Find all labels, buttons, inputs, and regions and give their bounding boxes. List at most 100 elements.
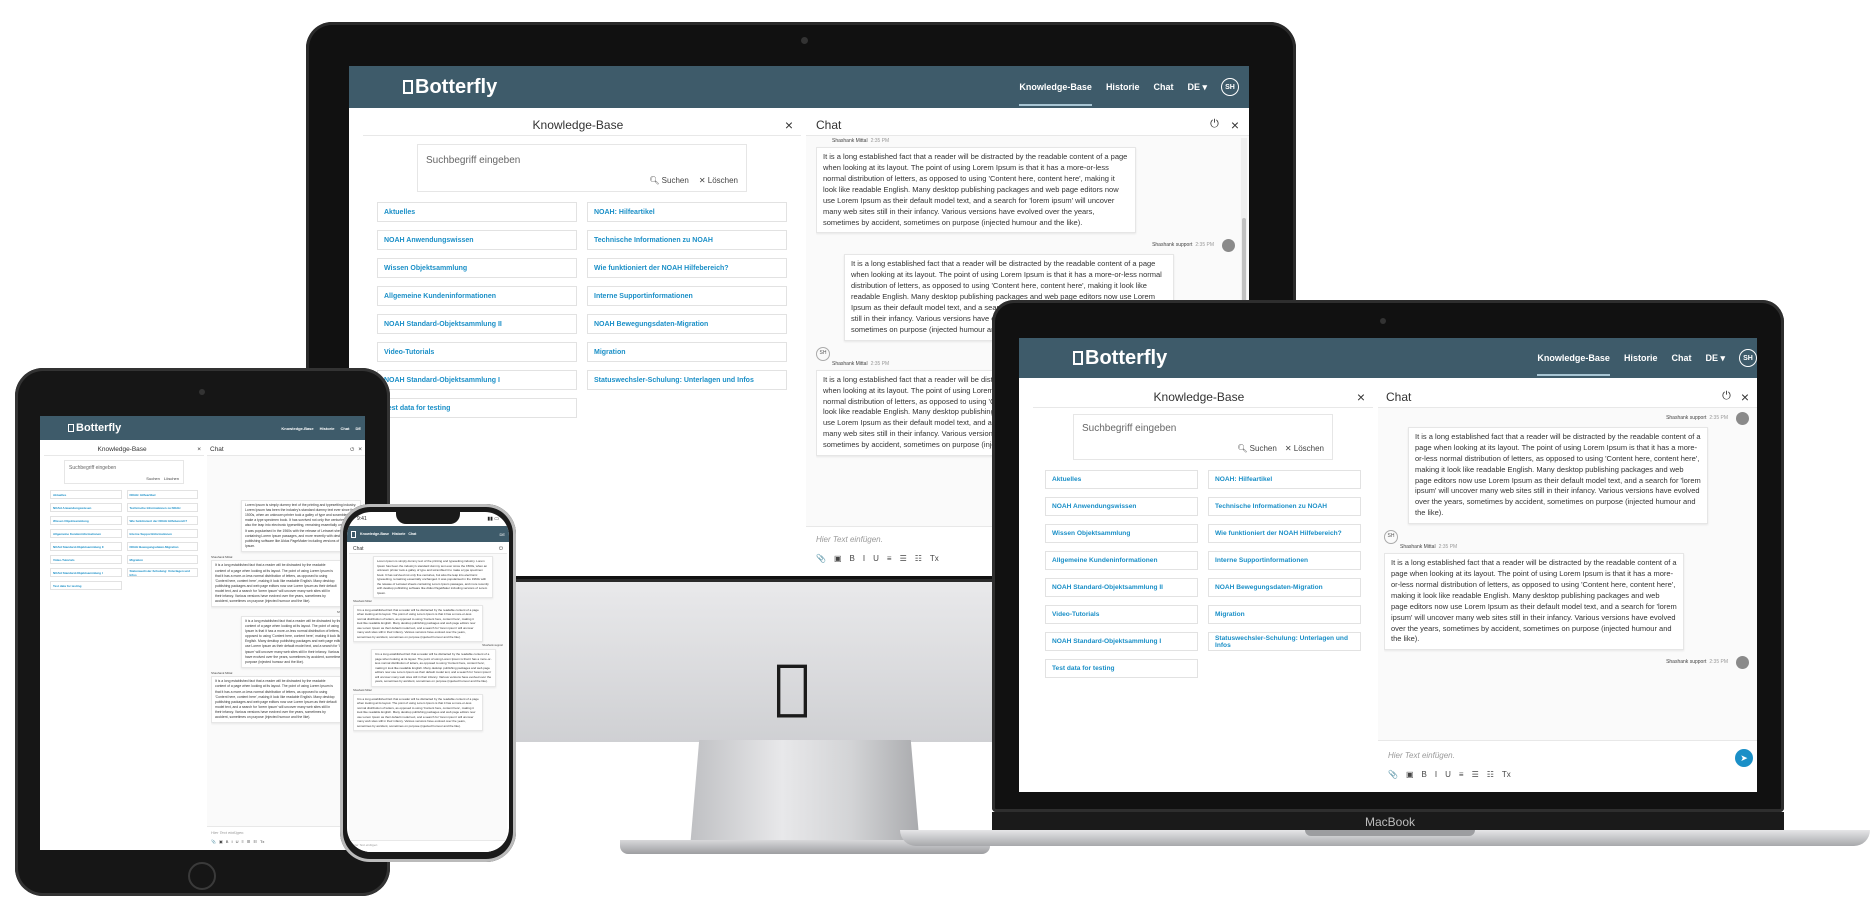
format-button[interactable]: ☰ (1472, 770, 1479, 779)
format-button[interactable]: ▣ (219, 839, 223, 844)
kb-category-link[interactable]: Migration (1208, 605, 1361, 624)
language-select[interactable]: DE ▾ (1705, 353, 1725, 364)
kb-category-link[interactable]: Aktuelles (50, 490, 122, 499)
power-icon[interactable]: ⏻ (350, 447, 354, 453)
kb-category-link[interactable]: Wie funktioniert der NOAH Hilfebereich? (587, 258, 787, 278)
search-button[interactable]: 🔍︎ Suchen (649, 176, 689, 185)
app-logo[interactable]: Botterfly (1073, 347, 1167, 370)
format-button[interactable]: B (226, 839, 229, 844)
kb-category-link[interactable]: Statuswechsler-Schulung: Unterlagen und … (126, 568, 198, 577)
format-button[interactable]: U (1445, 770, 1451, 779)
kb-category-link[interactable]: Allgemeine Kundeninformationen (377, 286, 577, 306)
app-logo[interactable]: Botterfly (403, 76, 497, 99)
format-button[interactable]: B (850, 554, 855, 563)
format-button[interactable]: ≡ (241, 839, 243, 844)
nav-knowledge-base[interactable]: Knowledge-Base (1019, 68, 1092, 106)
kb-category-link[interactable]: NOAH Standard-Objektsammlung I (1045, 632, 1198, 651)
kb-category-link[interactable]: Allgemeine Kundeninformationen (50, 529, 122, 538)
kb-category-link[interactable]: Interne Supportinformationen (1208, 551, 1361, 570)
message-input[interactable]: Hier Text einfügen. (353, 843, 503, 847)
user-avatar[interactable]: SH (1221, 78, 1239, 96)
kb-category-link[interactable]: Video-Tutorials (377, 342, 577, 362)
close-icon[interactable]: × (785, 117, 793, 133)
clear-button[interactable]: ✕ Löschen (1285, 444, 1324, 453)
app-logo[interactable]: Botterfly (68, 422, 121, 434)
kb-category-link[interactable]: Video-Tutorials (1045, 605, 1198, 624)
format-button[interactable]: ☷ (253, 839, 257, 844)
close-icon[interactable]: × (358, 446, 362, 453)
kb-category-link[interactable]: NOAH Standard-Objektsammlung I (50, 568, 122, 577)
kb-category-link[interactable]: Aktuelles (1045, 470, 1198, 489)
kb-category-link[interactable]: NOAH Anwendungswissen (377, 230, 577, 250)
kb-search-input[interactable]: Suchbegriff eingeben Suchen Löschen (64, 460, 184, 484)
nav-knowledge-base[interactable]: Knowledge-Base (1537, 340, 1610, 376)
kb-category-link[interactable]: NOAH Bewegungsdaten-Migration (587, 314, 787, 334)
power-icon[interactable]: ⏻ (1722, 390, 1731, 403)
format-button[interactable]: U (236, 839, 239, 844)
search-button[interactable]: 🔍︎ Suchen (1237, 444, 1277, 453)
kb-category-link[interactable]: NOAH Bewegungsdaten-Migration (126, 542, 198, 551)
message-input[interactable]: Hier Text einfügen. (211, 830, 361, 835)
nav-history[interactable]: Historie (320, 426, 335, 431)
format-button[interactable]: I (863, 554, 865, 563)
format-button[interactable]: Tx (930, 554, 939, 563)
clear-button[interactable]: ✕ Löschen (699, 176, 738, 185)
kb-category-link[interactable]: Test data for testing (377, 398, 577, 418)
format-button[interactable]: 📎 (211, 839, 216, 844)
clear-button[interactable]: Löschen (164, 476, 179, 481)
kb-category-link[interactable]: Statuswechsler-Schulung: Unterlagen und … (587, 370, 787, 390)
kb-category-link[interactable]: NOAH: Hilfeartikel (126, 490, 198, 499)
kb-category-link[interactable]: NOAH: Hilfeartikel (587, 202, 787, 222)
kb-search-input[interactable]: Suchbegriff eingeben 🔍︎ Suchen ✕ Löschen (1073, 414, 1333, 460)
close-icon[interactable]: × (197, 446, 201, 453)
format-button[interactable]: Tx (260, 839, 264, 844)
format-button[interactable]: ☷ (915, 554, 922, 563)
format-button[interactable]: 📎 (816, 554, 826, 563)
format-button[interactable]: ☰ (247, 839, 251, 844)
send-icon[interactable]: ➤ (1735, 749, 1753, 767)
close-icon[interactable]: × (1357, 389, 1365, 405)
format-button[interactable]: ≡ (1459, 770, 1464, 779)
close-icon[interactable]: × (1231, 117, 1239, 133)
nav-chat[interactable]: Chat (1671, 353, 1691, 363)
kb-category-link[interactable]: Video-Tutorials (50, 555, 122, 564)
kb-category-link[interactable]: NOAH Standard-Objektsammlung II (50, 542, 122, 551)
power-icon[interactable]: ⏻ (1210, 118, 1219, 131)
kb-category-link[interactable]: Technische Informationen zu NOAH (1208, 497, 1361, 516)
kb-category-link[interactable]: Wie funktioniert der NOAH Hilfebereich? (1208, 524, 1361, 543)
kb-category-link[interactable]: NOAH Anwendungswissen (50, 503, 122, 512)
close-icon[interactable]: × (1741, 389, 1749, 405)
search-button[interactable]: Suchen (146, 476, 160, 481)
language-select[interactable]: DE (355, 426, 361, 431)
kb-category-link[interactable]: Technische Informationen zu NOAH (126, 503, 198, 512)
format-button[interactable]: I (1435, 770, 1437, 779)
kb-category-link[interactable]: NOAH Standard-Objektsammlung II (377, 314, 577, 334)
kb-category-link[interactable]: NOAH Bewegungsdaten-Migration (1208, 578, 1361, 597)
kb-category-link[interactable]: Test data for testing (50, 581, 122, 590)
format-button[interactable]: ☷ (1487, 770, 1494, 779)
kb-category-link[interactable]: Wissen Objektsammlung (1045, 524, 1198, 543)
kb-category-link[interactable]: Aktuelles (377, 202, 577, 222)
kb-category-link[interactable]: Statuswechsler-Schulung: Unterlagen und … (1208, 632, 1361, 651)
format-button[interactable]: U (873, 554, 879, 563)
kb-category-link[interactable]: Migration (126, 555, 198, 564)
power-icon[interactable]: ⏻ (499, 546, 503, 552)
format-button[interactable]: ☰ (900, 554, 907, 563)
language-select[interactable]: DE ▾ (1187, 82, 1207, 93)
format-button[interactable]: 📎 (1388, 770, 1398, 779)
nav-history[interactable]: Historie (1624, 353, 1658, 363)
kb-category-link[interactable]: Interne Supportinformationen (587, 286, 787, 306)
nav-history[interactable]: Historie (1106, 82, 1140, 92)
nav-chat[interactable]: Chat (341, 426, 350, 431)
kb-category-link[interactable]: Migration (587, 342, 787, 362)
kb-search-input[interactable]: Suchbegriff eingeben 🔍︎ Suchen ✕ Löschen (417, 144, 747, 192)
kb-category-link[interactable]: NOAH Standard-Objektsammlung II (1045, 578, 1198, 597)
format-button[interactable]: I (231, 839, 232, 844)
format-button[interactable]: ≡ (887, 554, 892, 563)
kb-category-link[interactable]: Technische Informationen zu NOAH (587, 230, 787, 250)
nav-history[interactable]: Historie (392, 532, 405, 536)
kb-category-link[interactable]: Wissen Objektsammlung (50, 516, 122, 525)
nav-chat[interactable]: Chat (408, 532, 416, 536)
nav-knowledge-base[interactable]: Knowledge-Base (281, 426, 313, 431)
language-select[interactable]: DE (499, 532, 505, 537)
